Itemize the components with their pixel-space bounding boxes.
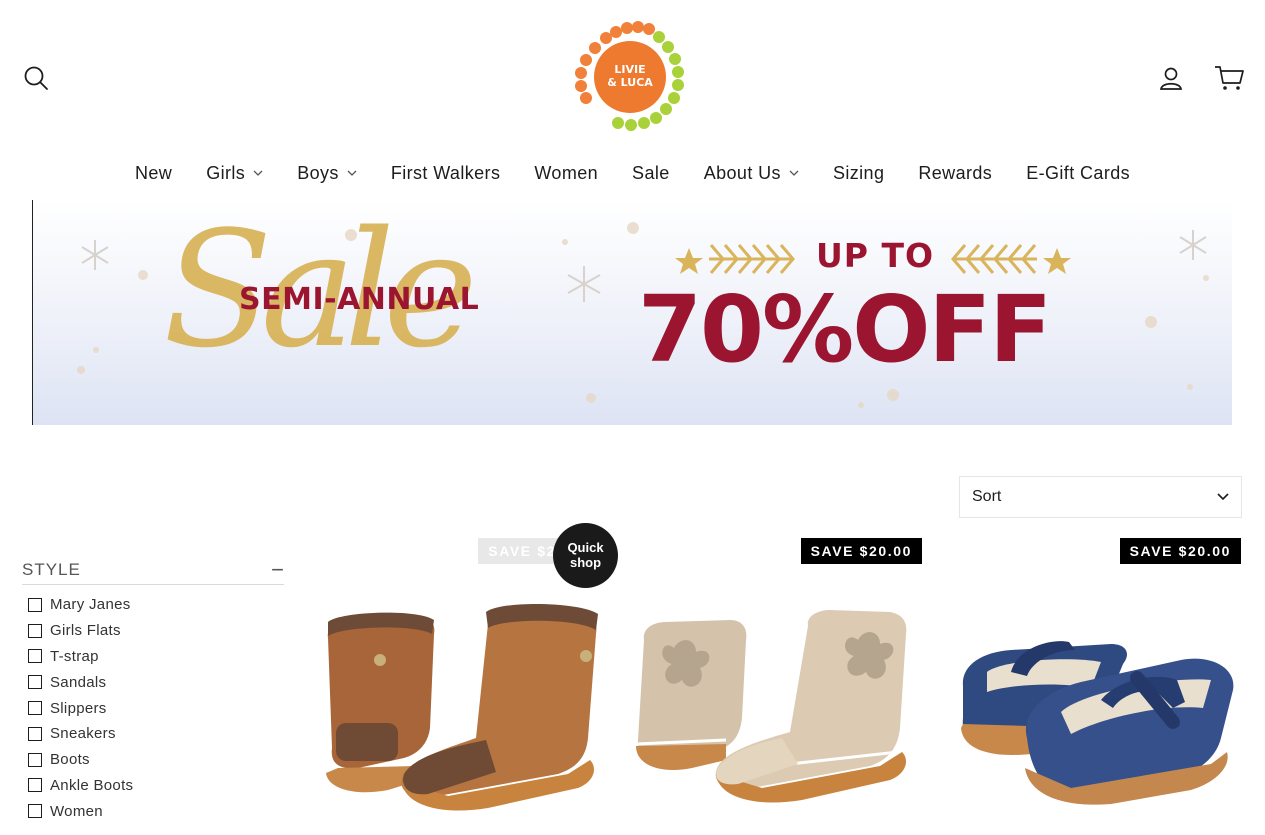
nav-label: Sale	[632, 162, 670, 183]
product-image-brown-boots	[326, 603, 598, 811]
filter-option[interactable]: Women	[22, 798, 284, 824]
filter-option[interactable]: Boots	[22, 747, 284, 773]
nav-item-boys[interactable]: Boys	[280, 158, 374, 188]
cart-icon[interactable]	[1213, 63, 1245, 93]
nav-item-about-us[interactable]: About Us	[687, 158, 816, 188]
banner-semi-annual: SEMI-ANNUAL	[239, 282, 480, 317]
checkbox[interactable]	[28, 701, 42, 716]
filter-option[interactable]: Ankle Boots	[22, 773, 284, 799]
nav-item-first-walkers[interactable]: First Walkers	[374, 158, 518, 188]
checkbox[interactable]	[28, 804, 42, 819]
filter-option[interactable]: Sneakers	[22, 721, 284, 747]
nav-item-e-gift-cards[interactable]: E-Gift Cards	[1009, 158, 1147, 188]
filter-option-label: Girls Flats	[50, 622, 121, 640]
banner-discount: 70%OFF	[638, 276, 1052, 383]
nav-label: Boys	[297, 162, 339, 183]
save-badge: SAVE $20.00	[1119, 538, 1241, 564]
filter-list: Mary Janes Girls Flats T-strap Sandals S…	[22, 592, 284, 824]
chevron-down-icon	[253, 170, 263, 176]
sort-label: Sort	[972, 488, 1002, 505]
search-icon[interactable]	[22, 64, 50, 92]
checkbox[interactable]	[28, 597, 42, 612]
filter-option[interactable]: Sandals	[22, 669, 284, 695]
filter-option-label: Mary Janes	[50, 596, 131, 614]
brand-logo[interactable]: LIVIE & LUCA	[570, 18, 694, 136]
filter-option-label: Women	[50, 802, 103, 820]
filter-option[interactable]: T-strap	[22, 644, 284, 670]
save-badge: SAVE $20.00	[800, 538, 922, 564]
filter-option-label: Slippers	[50, 699, 107, 717]
checkbox[interactable]	[28, 623, 42, 638]
checkbox[interactable]	[28, 675, 42, 690]
nav-label: New	[134, 162, 173, 183]
filter-title: STYLE	[22, 559, 81, 579]
checkbox[interactable]	[28, 649, 42, 664]
nav-label: Sizing	[832, 162, 885, 183]
nav-item-rewards[interactable]: Rewards	[901, 158, 1009, 188]
nav-item-sizing[interactable]: Sizing	[816, 158, 901, 188]
user-icon[interactable]	[1157, 64, 1185, 92]
product-card[interactable]: SAVE $20.00	[622, 538, 922, 835]
chevron-down-icon	[347, 170, 357, 176]
filter-option-label: Sneakers	[50, 725, 116, 743]
nav-label: Rewards	[918, 162, 993, 183]
nav-label: About Us	[703, 162, 781, 183]
banner-up-to: UP TO	[816, 236, 935, 275]
site-header: LIVIE & LUCA	[0, 0, 1265, 150]
quick-shop-button[interactable]: Quick shop	[553, 523, 618, 588]
filter-option-label: Sandals	[50, 673, 107, 691]
product-image-navy-mary-janes	[961, 641, 1234, 805]
sale-banner[interactable]: Sale SEMI-ANNUAL UP TO 70%OFF	[32, 200, 1232, 425]
filter-option[interactable]: Mary Janes	[22, 592, 284, 618]
chevron-down-icon	[789, 170, 799, 176]
nav-label: First Walkers	[390, 162, 501, 183]
product-image-beige-boots	[635, 610, 907, 803]
filter-option-label: T-strap	[50, 647, 99, 665]
checkbox[interactable]	[28, 726, 42, 741]
checkbox[interactable]	[28, 752, 42, 767]
nav-label: Women	[534, 162, 599, 183]
filter-header[interactable]: STYLE −	[22, 555, 284, 585]
nav-label: Girls	[206, 162, 246, 183]
style-filter: STYLE − Mary Janes Girls Flats T-strap S…	[22, 555, 284, 824]
filter-option[interactable]: Slippers	[22, 695, 284, 721]
chevron-down-icon	[1217, 493, 1229, 501]
main-nav: New Girls Boys First Walkers Women Sale …	[0, 158, 1265, 188]
filter-option-label: Ankle Boots	[50, 776, 134, 794]
checkbox[interactable]	[28, 778, 42, 793]
sort-select[interactable]: Sort	[959, 476, 1242, 518]
nav-item-new[interactable]: New	[118, 158, 189, 188]
nav-item-sale[interactable]: Sale	[615, 158, 687, 188]
filter-option[interactable]: Girls Flats	[22, 618, 284, 644]
filter-option-label: Boots	[50, 751, 90, 769]
product-card[interactable]: SAVE $20.00	[941, 538, 1241, 835]
nav-item-women[interactable]: Women	[517, 158, 615, 188]
nav-item-girls[interactable]: Girls	[189, 158, 280, 188]
collapse-icon[interactable]: −	[271, 558, 284, 581]
nav-label: E-Gift Cards	[1026, 162, 1131, 183]
logo-text-2: & LUCA	[607, 76, 653, 89]
logo-text-1: LIVIE	[614, 63, 645, 76]
